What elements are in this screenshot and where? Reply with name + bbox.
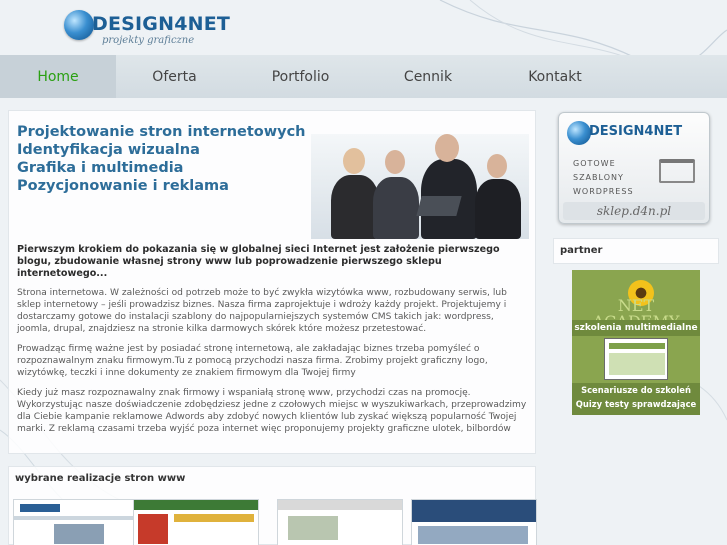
academy-footer: Scenariusze do szkoleń Quizy testy spraw… <box>572 383 700 415</box>
globe-icon <box>567 121 591 145</box>
academy-line: Scenariusze do szkoleń <box>581 385 691 395</box>
main-nav: Home Oferta Portfolio Cennik Kontakt <box>0 55 727 98</box>
portfolio-thumbnail[interactable] <box>13 499 139 545</box>
paragraph: Kiedy już masz rozpoznawalny znak firmow… <box>17 388 527 434</box>
service-item: Grafika i multimedia <box>17 160 184 176</box>
site-logo[interactable]: DESIGN4NET projekty graficzne <box>64 8 234 48</box>
section-title: wybrane realizacje stron www <box>15 473 186 484</box>
services-list: Projektowanie stron internetowych Identy… <box>17 123 307 195</box>
shop-line: SZABLONY <box>573 173 624 182</box>
logo-text: DESIGN4NET <box>92 13 231 35</box>
shop-url: sklep.d4n.pl <box>563 202 705 220</box>
shop-logo-text: DESIGN4NET <box>589 124 683 139</box>
main-content: Projektowanie stron internetowych Identy… <box>8 110 536 454</box>
screen-preview <box>604 338 668 380</box>
nav-oferta[interactable]: Oferta <box>116 55 233 98</box>
portfolio-thumbnail[interactable] <box>277 499 403 545</box>
nav-kontakt[interactable]: Kontakt <box>488 55 622 98</box>
nav-portfolio[interactable]: Portfolio <box>233 55 368 98</box>
academy-subtitle: szkolenia multimedialne <box>572 320 700 336</box>
shop-banner[interactable]: DESIGN4NET GOTOWE SZABLONY WORDPRESS skl… <box>558 112 710 224</box>
nav-cennik[interactable]: Cennik <box>368 55 488 98</box>
intro-text: Pierwszym krokiem do pokazania się w glo… <box>17 244 500 279</box>
shopping-cart-icon <box>659 159 695 183</box>
partner-banner[interactable]: NET ACADEMY szkolenia multimedialne Scen… <box>572 270 700 415</box>
portfolio-section: wybrane realizacje stron www <box>8 466 537 545</box>
shop-features: GOTOWE SZABLONY WORDPRESS <box>573 157 634 199</box>
hero-image <box>311 134 529 239</box>
service-item: Identyfikacja wizualna <box>17 142 200 158</box>
shop-line: WORDPRESS <box>573 187 634 196</box>
paragraph: Prowadząc firmę ważne jest by posiadać s… <box>17 344 488 378</box>
nav-home[interactable]: Home <box>0 55 116 98</box>
globe-icon <box>64 10 94 40</box>
logo-tagline: projekty graficzne <box>102 35 195 46</box>
portfolio-thumbnail[interactable] <box>411 499 537 545</box>
shop-line: GOTOWE <box>573 159 616 168</box>
paragraph: Strona internetowa. W zależności od potr… <box>17 288 507 334</box>
portfolio-thumbnail[interactable] <box>133 499 259 545</box>
academy-line: Quizy testy sprawdzające <box>575 399 697 409</box>
service-item: Pozycjonowanie i reklama <box>17 178 229 194</box>
partner-heading: partner <box>553 238 719 264</box>
service-item: Projektowanie stron internetowych <box>17 124 306 140</box>
